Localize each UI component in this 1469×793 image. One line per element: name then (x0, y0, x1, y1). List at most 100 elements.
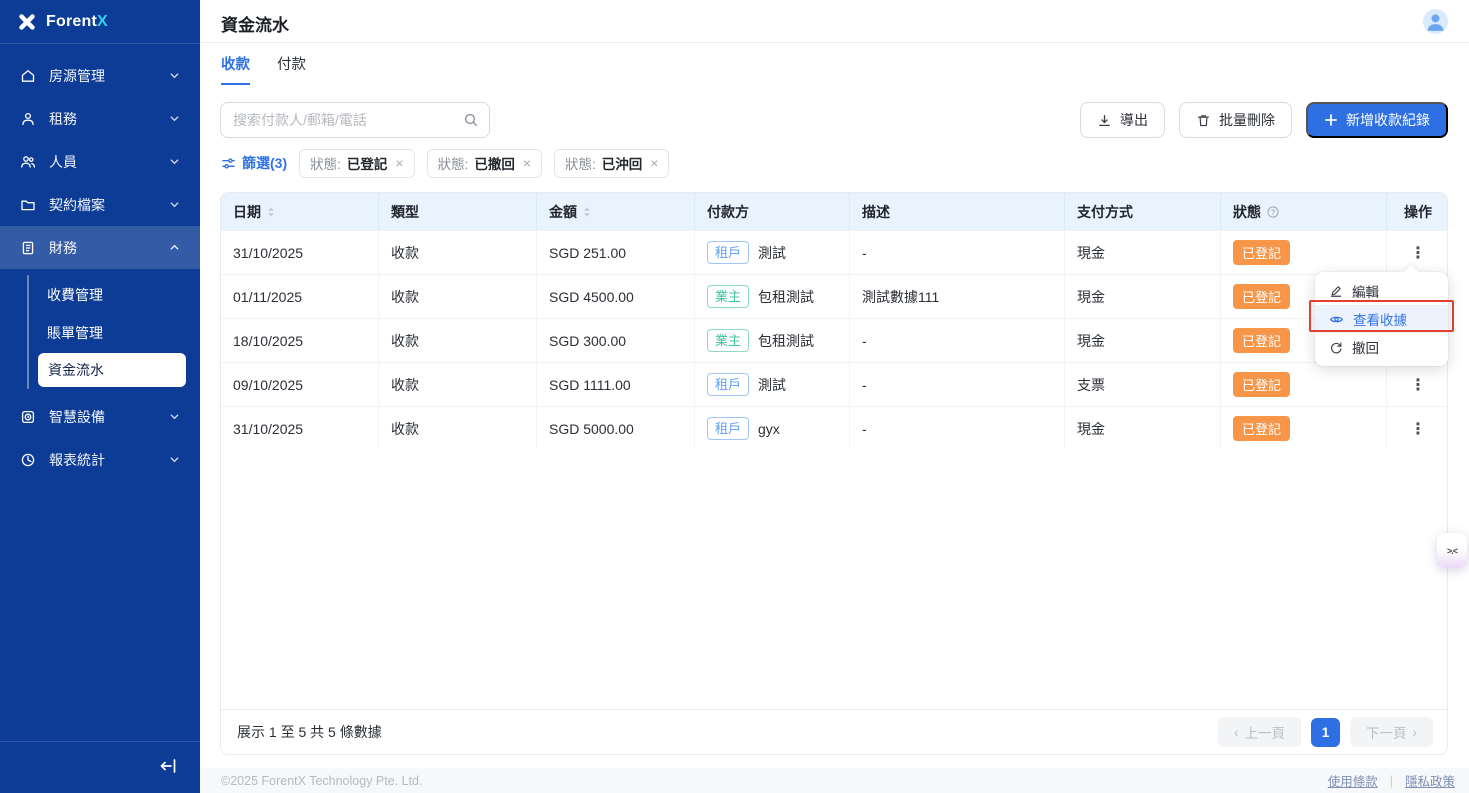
page-number-1[interactable]: 1 (1311, 718, 1340, 747)
home-icon (20, 68, 36, 84)
column-header-type: 類型 (379, 193, 537, 230)
search-icon[interactable] (463, 112, 479, 128)
cell-actions: ⋮ (1387, 231, 1448, 274)
more-actions-icon[interactable]: ⋮ (1410, 419, 1426, 439)
prev-page-button[interactable]: ‹ 上一頁 (1218, 717, 1301, 747)
tab-receipts[interactable]: 收款 (221, 53, 250, 85)
sidebar-item-smart-devices[interactable]: 智慧設備 (0, 395, 200, 438)
folder-icon (20, 197, 36, 213)
table-row[interactable]: 31/10/2025 收款 SGD 5000.00 租戶gyx - 現金 已登記… (221, 406, 1447, 450)
user-icon (20, 111, 36, 127)
add-receipt-label: 新增收款紀錄 (1346, 110, 1430, 130)
chevron-right-icon: › (1413, 725, 1418, 740)
sidebar-subitem-fee-management[interactable]: 收費管理 (0, 277, 200, 313)
legal-links: 使用條款 | 隱私政策 (1328, 771, 1455, 790)
collapse-sidebar-icon[interactable] (158, 756, 178, 776)
menu-item-view-receipt[interactable]: 查看收據 (1315, 305, 1448, 333)
cell-status: 已登記 (1221, 363, 1387, 406)
assistant-widget-button[interactable]: >.< (1437, 533, 1467, 568)
question-circle-icon[interactable]: ? (1266, 205, 1280, 219)
sidebar-item-properties[interactable]: 房源管理 (0, 54, 200, 97)
cell-type: 收款 (379, 363, 537, 406)
sidebar-item-label: 智慧設備 (49, 407, 156, 427)
chevron-down-icon (169, 156, 180, 167)
payer-type-badge: 租戶 (707, 241, 749, 264)
sidebar-item-reports[interactable]: 報表統計 (0, 438, 200, 481)
payer-name: 包租測試 (758, 331, 814, 351)
widget-face-icon: >.< (1447, 546, 1457, 556)
brand-x-icon (17, 12, 37, 32)
users-icon (20, 154, 36, 170)
cell-actions: ⋮ (1387, 363, 1448, 406)
payer-type-badge: 租戶 (707, 373, 749, 396)
pagination-summary: 展示 1 至 5 共 5 條數據 (237, 722, 382, 742)
more-actions-icon[interactable]: ⋮ (1410, 375, 1426, 395)
status-badge: 已登記 (1233, 328, 1290, 353)
edit-icon (1329, 284, 1343, 298)
sidebar: ForentX 房源管理 租務 人員 契約檔案 財務 收費管理 (0, 0, 200, 793)
pie-chart-icon (20, 452, 36, 468)
sidebar-subitem-cash-flow[interactable]: 資金流水 (38, 353, 186, 387)
sidebar-item-label: 財務 (49, 238, 156, 258)
transactions-table: 日期 類型 金額 付款方 描述 支付方式 狀態 ? 操作 31/10/2025 … (220, 192, 1448, 755)
chevron-down-icon (169, 199, 180, 210)
more-actions-icon[interactable]: ⋮ (1410, 243, 1426, 263)
sidebar-item-personnel[interactable]: 人員 (0, 140, 200, 183)
sidebar-subitem-bill-management[interactable]: 賬單管理 (0, 315, 200, 351)
tab-bar: 收款 付款 (221, 53, 306, 85)
export-button[interactable]: 導出 (1080, 102, 1165, 138)
chevron-down-icon (169, 70, 180, 81)
next-page-button[interactable]: 下一頁 › (1350, 717, 1433, 747)
table-row[interactable]: 31/10/2025 收款 SGD 251.00 租戶測試 - 現金 已登記 ⋮ (221, 230, 1447, 274)
cell-payer: 業主包租測試 (695, 319, 850, 362)
search-input[interactable] (220, 102, 490, 138)
sort-icon[interactable] (266, 205, 276, 219)
cell-date: 18/10/2025 (221, 319, 379, 362)
filter-chip-withdrawn: 狀態: 已撤回 × (427, 149, 542, 178)
status-badge: 已登記 (1233, 284, 1290, 309)
sort-icon[interactable] (582, 205, 592, 219)
chip-close-icon[interactable]: × (523, 155, 531, 171)
page-title: 資金流水 (221, 11, 289, 36)
terms-link[interactable]: 使用條款 (1328, 771, 1378, 790)
undo-redo-icon (1329, 340, 1343, 354)
cell-description: 測試數據111 (850, 275, 1065, 318)
cell-amount: SGD 1111.00 (537, 363, 695, 406)
privacy-link[interactable]: 隱私政策 (1405, 771, 1455, 790)
table-row[interactable]: 18/10/2025 收款 SGD 300.00 業主包租測試 - 現金 已登記… (221, 318, 1447, 362)
menu-item-edit[interactable]: 編輯 (1315, 277, 1448, 305)
column-header-date[interactable]: 日期 (221, 193, 379, 230)
tab-payments[interactable]: 付款 (277, 53, 306, 85)
chip-field: 狀態: (310, 153, 341, 173)
bulk-delete-button[interactable]: 批量刪除 (1179, 102, 1292, 138)
cell-amount: SGD 300.00 (537, 319, 695, 362)
download-icon (1097, 113, 1112, 128)
cell-method: 現金 (1065, 275, 1221, 318)
filter-button[interactable]: 篩選(3) (221, 153, 287, 173)
sidebar-item-contracts[interactable]: 契約檔案 (0, 183, 200, 226)
table-row[interactable]: 01/11/2025 收款 SGD 4500.00 業主包租測試 測試數據111… (221, 274, 1447, 318)
chip-close-icon[interactable]: × (395, 155, 403, 171)
filter-bar: 篩選(3) 狀態: 已登記 × 狀態: 已撤回 × 狀態: 已沖回 × (221, 148, 669, 178)
column-header-payment-method: 支付方式 (1065, 193, 1221, 230)
link-divider: | (1390, 774, 1393, 788)
user-avatar[interactable] (1423, 9, 1448, 34)
cell-method: 現金 (1065, 407, 1221, 450)
sidebar-subitem-label: 賬單管理 (47, 323, 103, 343)
sidebar-item-label: 人員 (49, 152, 156, 172)
row-actions-menu: 編輯 查看收據 撤回 (1315, 272, 1448, 366)
column-header-amount[interactable]: 金額 (537, 193, 695, 230)
cell-payer: 租戶gyx (695, 407, 850, 450)
filter-chip-reversed: 狀態: 已沖回 × (554, 149, 669, 178)
sidebar-item-finance[interactable]: 財務 (0, 226, 200, 269)
brand-logo[interactable]: ForentX (0, 0, 200, 44)
finance-submenu: 收費管理 賬單管理 資金流水 (0, 269, 200, 395)
table-row[interactable]: 09/10/2025 收款 SGD 1111.00 租戶測試 - 支票 已登記 … (221, 362, 1447, 406)
add-receipt-button[interactable]: 新增收款紀錄 (1306, 102, 1448, 138)
sidebar-item-tenancy[interactable]: 租務 (0, 97, 200, 140)
cell-date: 09/10/2025 (221, 363, 379, 406)
menu-item-withdraw[interactable]: 撤回 (1315, 333, 1448, 361)
chevron-up-icon (169, 242, 180, 253)
filter-label: 篩選(3) (242, 153, 287, 173)
chip-close-icon[interactable]: × (650, 155, 658, 171)
